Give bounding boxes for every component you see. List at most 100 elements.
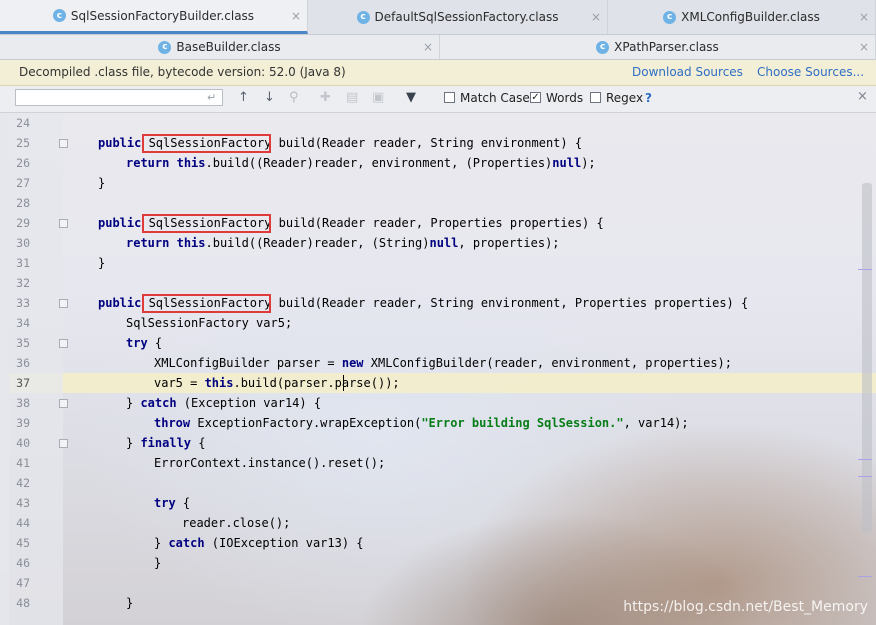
find-toolbar: ⚲ ↵ ↑ ↓ ⚲ ✚ ▤ ▣ ▼ Match Case ✓ Words Reg… [0, 86, 876, 113]
code-editor[interactable]: 24 25 26 27 28 29 30 31 32 33 34 35 36 37 38 39 40 41 42 43… [0, 113, 876, 625]
close-icon[interactable]: × [291, 9, 301, 23]
close-icon[interactable]: × [857, 89, 868, 104]
highlight-box-sqlsessionfactory [142, 294, 271, 313]
select-occurrences-icon[interactable]: ▣ [372, 90, 384, 105]
line-number: 30 [16, 236, 30, 250]
line-number: 46 [16, 556, 30, 570]
code-line-46: } [154, 556, 162, 570]
line-number: 36 [16, 356, 30, 370]
code-line-48: } [126, 596, 134, 610]
line-number: 31 [16, 256, 30, 270]
tab-xmlconfigbuilder[interactable]: c XMLConfigBuilder.class × [608, 0, 876, 34]
line-number: 41 [16, 456, 30, 470]
tab-label: XMLConfigBuilder.class [681, 10, 820, 24]
find-in-files-icon[interactable]: ⚲ [289, 90, 299, 105]
line-number: 48 [16, 596, 30, 610]
line-number: 45 [16, 536, 30, 550]
fold-marker-icon[interactable] [59, 299, 68, 308]
vertical-scrollbar[interactable] [862, 183, 872, 533]
code-line-35: try { [126, 336, 163, 350]
match-case-checkbox[interactable] [444, 92, 455, 103]
fold-marker-icon[interactable] [59, 139, 68, 148]
choose-sources-link[interactable]: Choose Sources... [757, 65, 864, 79]
class-file-icon: c [158, 40, 172, 54]
class-file-icon: c [663, 10, 677, 24]
line-number: 44 [16, 516, 30, 530]
watermark: https://blog.csdn.net/Best_Memory [623, 599, 868, 615]
line-number: 28 [16, 196, 30, 210]
text-caret [343, 375, 344, 391]
fold-marker-icon[interactable] [59, 399, 68, 408]
code-line-44: reader.close(); [182, 516, 291, 530]
highlight-box-sqlsessionfactory [142, 214, 271, 233]
add-selection-icon[interactable]: ✚ [320, 90, 331, 105]
scroll-marker[interactable] [858, 459, 872, 460]
filter-icon[interactable]: ▼ [406, 90, 416, 105]
editor-tab-bar-secondary: c BaseBuilder.class × c XPathParser.clas… [0, 35, 876, 60]
line-number: 27 [16, 176, 30, 190]
line-number: 38 [16, 396, 30, 410]
previous-occurrence-icon[interactable]: ↑ [238, 90, 249, 105]
close-icon[interactable]: × [591, 10, 601, 24]
line-number: 43 [16, 496, 30, 510]
line-number: 37 [16, 376, 30, 390]
class-file-icon: c [356, 10, 370, 24]
line-number: 35 [16, 336, 30, 350]
line-number: 33 [16, 296, 30, 310]
search-input[interactable] [15, 89, 223, 106]
next-occurrence-icon[interactable]: ↓ [264, 90, 275, 105]
select-all-occurrences-icon[interactable]: ▤ [346, 90, 358, 105]
decompiled-notice-text: Decompiled .class file, bytecode version… [19, 65, 346, 79]
tab-label: DefaultSqlSessionFactory.class [374, 10, 559, 24]
highlight-box-sqlsessionfactory [142, 134, 271, 153]
code-line-34: SqlSessionFactory var5; [126, 316, 293, 330]
close-icon[interactable]: × [859, 40, 869, 54]
regex-checkbox[interactable] [590, 92, 601, 103]
fold-marker-icon[interactable] [59, 439, 68, 448]
words-label: Words [546, 91, 584, 105]
download-sources-link[interactable]: Download Sources [632, 65, 743, 79]
code-line-36: XMLConfigBuilder parser = new XMLConfigB… [154, 356, 732, 370]
current-line-highlight [0, 373, 876, 393]
code-line-27: } [98, 176, 106, 190]
line-number: 34 [16, 316, 30, 330]
tab-basebuilder[interactable]: c BaseBuilder.class × [0, 35, 440, 59]
line-number: 25 [16, 136, 30, 150]
regex-help-link[interactable]: ? [645, 91, 652, 105]
line-number: 24 [16, 116, 30, 130]
fold-marker-icon[interactable] [59, 339, 68, 348]
code-line-41: ErrorContext.instance().reset(); [154, 456, 386, 470]
code-line-30: return this.build((Reader)reader, (Strin… [126, 236, 560, 250]
close-icon[interactable]: × [423, 40, 433, 54]
line-number: 29 [16, 216, 30, 230]
tab-xpathparser[interactable]: c XPathParser.class × [440, 35, 876, 59]
fold-marker-icon[interactable] [59, 219, 68, 228]
scroll-marker[interactable] [858, 576, 872, 577]
code-line-38: } catch (Exception var14) { [126, 396, 322, 410]
line-number: 26 [16, 156, 30, 170]
match-case-label: Match Case [460, 91, 530, 105]
tab-sqlsessionfactorybuilder[interactable]: c SqlSessionFactoryBuilder.class × [0, 0, 308, 34]
tab-defaultsqlsessionfactory[interactable]: c DefaultSqlSessionFactory.class × [308, 0, 608, 34]
decompiled-notice-bar: Decompiled .class file, bytecode version… [0, 60, 876, 86]
code-line-43: try { [154, 496, 191, 510]
tab-label: BaseBuilder.class [176, 40, 281, 54]
line-number: 39 [16, 416, 30, 430]
words-checkbox[interactable]: ✓ [530, 92, 541, 103]
newline-icon[interactable]: ↵ [207, 91, 216, 104]
code-line-40: } finally { [126, 436, 206, 450]
tab-label: SqlSessionFactoryBuilder.class [70, 8, 255, 23]
scroll-marker[interactable] [858, 269, 872, 270]
line-number: 47 [16, 576, 30, 590]
scroll-marker[interactable] [858, 476, 872, 477]
close-icon[interactable]: × [859, 10, 869, 24]
line-number: 40 [16, 436, 30, 450]
line-number: 32 [16, 276, 30, 290]
regex-label: Regex [606, 91, 644, 105]
code-line-39: throw ExceptionFactory.wrapException("Er… [154, 416, 689, 430]
class-file-icon: c [596, 40, 610, 54]
code-line-31: } [98, 256, 106, 270]
editor-tab-bar: c SqlSessionFactoryBuilder.class × c Def… [0, 0, 876, 35]
tab-label: XPathParser.class [614, 40, 719, 54]
line-number: 42 [16, 476, 30, 490]
